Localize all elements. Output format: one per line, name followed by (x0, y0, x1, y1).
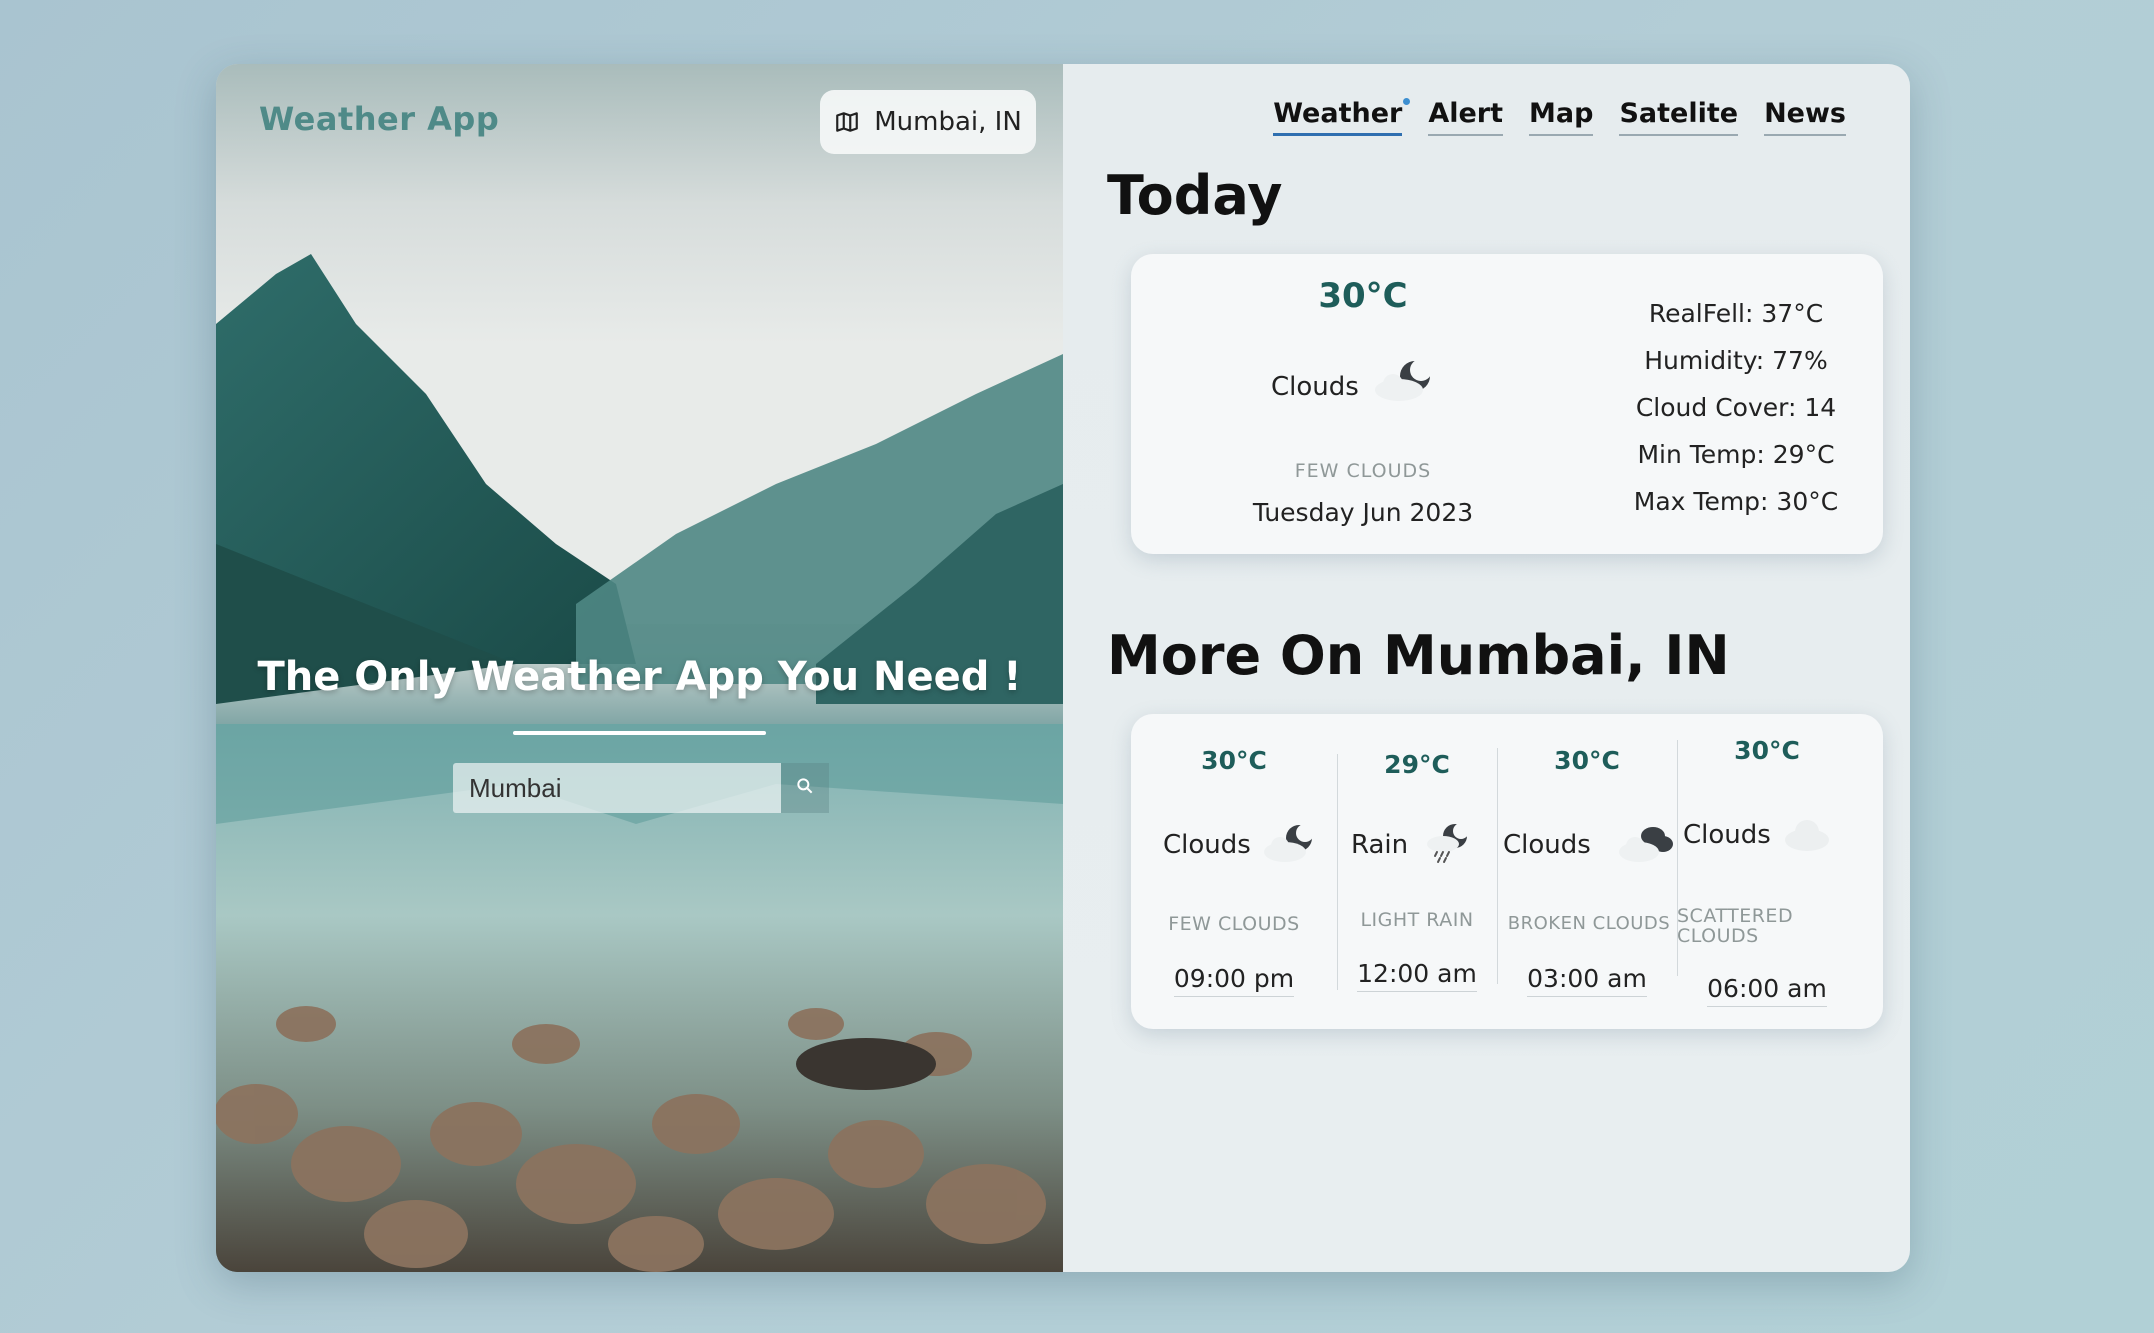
forecast-condition: Clouds (1163, 830, 1251, 860)
stat-realfeel: RealFell: 37°C (1648, 299, 1824, 328)
forecast-description: FEW CLOUDS (1168, 913, 1300, 935)
forecast-temp: 30°C (1734, 736, 1800, 765)
nav-weather[interactable]: Weather (1273, 98, 1411, 136)
nav-news[interactable]: News (1764, 98, 1846, 136)
forecast-temp: 30°C (1201, 746, 1267, 775)
today-stats: RealFell: 37°C Humidity: 77% Cloud Cover… (1571, 290, 1901, 525)
partly-cloudy-night-icon (1264, 824, 1314, 862)
nav-satelite[interactable]: Satelite (1619, 98, 1739, 136)
today-temp: 30°C (1318, 276, 1408, 316)
content-panel: Weather Alert Map Satelite News Today 30… (1063, 64, 1910, 1272)
forecast-card: 30°C Clouds FEW CLOUDS 09:00 pm 29°C Rai… (1131, 714, 1883, 1029)
broken-clouds-icon (1619, 827, 1673, 862)
forecast-item: 30°C Clouds BROKEN CLOUDS 03:00 am (1497, 714, 1677, 1029)
today-condition: Clouds (1271, 372, 1359, 402)
search-input[interactable] (453, 763, 781, 813)
today-card: 30°C Clouds FEW CLOUDS Tuesday Jun 2023 … (1131, 254, 1883, 554)
stat-min-temp: Min Temp: 29°C (1637, 440, 1835, 469)
forecast-condition: Rain (1351, 830, 1409, 860)
location-chip[interactable]: Mumbai, IN (820, 90, 1036, 154)
partly-cloudy-night-icon (1375, 359, 1432, 401)
today-title: Today (1107, 164, 1283, 227)
more-title: More On Mumbai, IN (1107, 624, 1730, 687)
top-nav: Weather Alert Map Satelite News (1273, 98, 1846, 136)
search-icon (795, 776, 815, 800)
forecast-time: 06:00 am (1677, 974, 1857, 1007)
nav-alert[interactable]: Alert (1428, 98, 1504, 136)
nav-map[interactable]: Map (1529, 98, 1594, 136)
rain-night-icon (1427, 823, 1469, 863)
app-brand: Weather App (259, 100, 500, 138)
hero-divider (513, 731, 766, 735)
forecast-item: 30°C Clouds FEW CLOUDS 09:00 pm (1131, 714, 1337, 1029)
forecast-condition: Clouds (1683, 820, 1771, 850)
forecast-condition: Clouds (1503, 830, 1591, 860)
forecast-item: 29°C Rain LIGHT RAIN 12:00 am (1337, 714, 1497, 1029)
scattered-clouds-icon (1785, 820, 1829, 851)
today-date: Tuesday Jun 2023 (1252, 498, 1474, 527)
forecast-temp: 30°C (1554, 746, 1620, 775)
location-chip-label: Mumbai, IN (874, 107, 1022, 137)
forecast-time: 03:00 am (1497, 964, 1677, 997)
forecast-time: 12:00 am (1337, 959, 1497, 992)
search-button[interactable] (781, 763, 829, 813)
forecast-time: 09:00 pm (1131, 964, 1337, 997)
map-icon (834, 109, 860, 135)
hero-panel: Weather App Mumbai, IN The Only Weather … (216, 64, 1063, 1272)
active-dot (1403, 98, 1411, 105)
forecast-description: SCATTERED CLOUDS (1677, 905, 1794, 947)
forecast-temp: 29°C (1384, 750, 1450, 779)
forecast-description: BROKEN CLOUDS (1507, 913, 1671, 934)
forecast-item: 30°C Clouds SCATTERED CLOUDS 06:00 am (1677, 714, 1857, 1029)
today-description: FEW CLOUDS (1294, 460, 1432, 482)
app-window: Weather App Mumbai, IN The Only Weather … (216, 64, 1910, 1272)
stat-humidity: Humidity: 77% (1644, 346, 1828, 375)
hero-headline: The Only Weather App You Need ! (257, 654, 1022, 700)
forecast-description: LIGHT RAIN (1360, 909, 1474, 931)
stat-cloud-cover: Cloud Cover: 14 (1635, 393, 1837, 422)
stat-max-temp: Max Temp: 30°C (1633, 487, 1839, 516)
